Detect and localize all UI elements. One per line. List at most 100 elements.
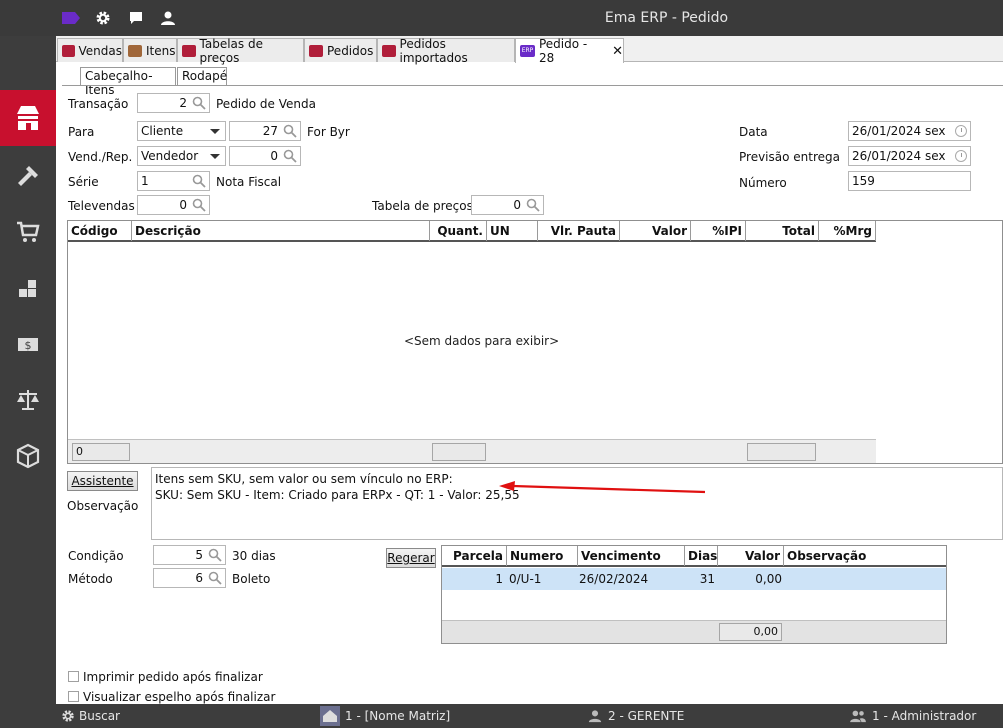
sidebar-item-fiscal[interactable] bbox=[0, 372, 56, 428]
tab-itens[interactable]: Itens bbox=[123, 38, 177, 62]
metodo-value: 6 bbox=[195, 571, 203, 585]
items-grid[interactable]: Código △ Descrição Quant. UN Vlr. Pauta … bbox=[67, 220, 1003, 464]
sidebar-item-compras[interactable] bbox=[0, 204, 56, 260]
footer-quant bbox=[432, 443, 486, 461]
search-icon[interactable] bbox=[192, 198, 206, 212]
search-icon[interactable] bbox=[526, 198, 540, 212]
user-indicator[interactable]: 1 - Administrador bbox=[849, 704, 976, 728]
imprimir-checkbox[interactable] bbox=[68, 671, 79, 682]
numero-value: 159 bbox=[852, 174, 875, 188]
role-label: 2 - GERENTE bbox=[608, 709, 685, 723]
metodo-field[interactable]: 6 bbox=[153, 568, 226, 588]
users-icon bbox=[850, 710, 866, 723]
search-icon[interactable] bbox=[208, 571, 222, 585]
sidebar-item-tools[interactable] bbox=[0, 148, 56, 204]
transacao-label: Transação bbox=[68, 97, 129, 111]
metodo-desc: Boleto bbox=[232, 572, 271, 586]
televendas-value: 0 bbox=[179, 198, 187, 212]
tab-pedidos-importados[interactable]: Pedidos importados bbox=[377, 37, 515, 65]
subtab-cabecalho-itens[interactable]: Cabeçalho-Itens bbox=[80, 67, 176, 97]
visualizar-label[interactable]: Visualizar espelho após finalizar bbox=[83, 690, 275, 704]
col-parcela[interactable]: Parcela bbox=[442, 546, 507, 566]
transacao-field[interactable]: 2 bbox=[137, 93, 210, 113]
table-row[interactable]: 1 0/U-1 26/02/2024 31 0,00 bbox=[442, 568, 946, 590]
para-desc: For Byr bbox=[307, 125, 350, 139]
sidebar-item-financeiro[interactable]: $ bbox=[0, 316, 56, 372]
col-ipi[interactable]: %IPI bbox=[691, 221, 746, 241]
sidebar-item-logistica[interactable] bbox=[0, 428, 56, 484]
televendas-field[interactable]: 0 bbox=[137, 195, 210, 215]
imprimir-label[interactable]: Imprimir pedido após finalizar bbox=[83, 670, 263, 684]
company-indicator[interactable]: 1 - [Nome Matriz] bbox=[320, 704, 450, 728]
search-icon[interactable] bbox=[208, 548, 222, 562]
subtab-rodape[interactable]: Rodapé bbox=[177, 67, 227, 86]
search-icon[interactable] bbox=[283, 149, 297, 163]
items-grid-header: Código △ Descrição Quant. UN Vlr. Pauta … bbox=[68, 221, 876, 242]
col-valor[interactable]: Valor bbox=[718, 546, 784, 566]
col-label: Código bbox=[71, 224, 118, 238]
search-icon[interactable] bbox=[192, 174, 206, 188]
serie-field[interactable]: 1 bbox=[137, 171, 210, 191]
search-button[interactable]: Buscar bbox=[61, 704, 120, 728]
previsao-field[interactable]: 26/01/2024 sex bbox=[848, 146, 971, 166]
erp-badge-icon: ERP bbox=[520, 45, 535, 57]
gear-icon bbox=[62, 710, 74, 722]
para-select[interactable]: Cliente bbox=[137, 121, 226, 141]
sidebar-item-vendas[interactable] bbox=[0, 90, 56, 146]
assistente-button[interactable]: Assistente bbox=[67, 471, 138, 491]
empty-message: <Sem dados para exibir> bbox=[404, 334, 560, 348]
close-icon[interactable]: ✕ bbox=[612, 44, 623, 59]
col-observacao[interactable]: Observação bbox=[784, 546, 946, 566]
tabela-precos-field[interactable]: 0 bbox=[471, 195, 544, 215]
parcelas-grid[interactable]: Parcela Numero Vencimento Dias Valor Obs… bbox=[441, 545, 947, 644]
visualizar-checkbox[interactable] bbox=[68, 691, 79, 702]
vend-select[interactable]: Vendedor bbox=[137, 146, 226, 166]
tab-pedido-28[interactable]: ERP Pedido - 28 ✕ bbox=[515, 37, 624, 65]
status-bar: Buscar 1 - [Nome Matriz] 2 - GERENTE 1 -… bbox=[0, 704, 1003, 728]
col-un[interactable]: UN bbox=[487, 221, 538, 241]
observacao-label: Observação bbox=[67, 499, 139, 513]
data-field[interactable]: 26/01/2024 sex bbox=[848, 121, 971, 141]
col-vencimento[interactable]: Vencimento bbox=[578, 546, 685, 566]
col-mrg[interactable]: %Mrg bbox=[819, 221, 876, 241]
search-icon[interactable] bbox=[283, 124, 297, 138]
col-descricao[interactable]: Descrição bbox=[132, 221, 430, 241]
para-code-field[interactable]: 27 bbox=[229, 121, 301, 141]
numero-field[interactable]: 159 bbox=[848, 171, 971, 191]
itens-tab-icon bbox=[128, 44, 142, 57]
chevron-down-icon bbox=[210, 129, 220, 134]
col-dias[interactable]: Dias bbox=[685, 546, 718, 566]
condicao-field[interactable]: 5 bbox=[153, 545, 226, 565]
data-value: 26/01/2024 sex bbox=[852, 124, 946, 138]
pedidos-importados-tab-icon bbox=[382, 44, 396, 57]
col-codigo[interactable]: Código △ bbox=[68, 221, 132, 241]
role-indicator[interactable]: 2 - GERENTE bbox=[588, 704, 684, 728]
col-numero[interactable]: Numero bbox=[507, 546, 578, 566]
vend-select-value: Vendedor bbox=[141, 149, 199, 163]
chevron-down-icon bbox=[210, 154, 220, 159]
sidebar-item-estoque[interactable] bbox=[0, 260, 56, 316]
clock-icon[interactable] bbox=[955, 150, 967, 162]
tab-tabelas-precos[interactable]: Tabelas de preços bbox=[177, 37, 304, 65]
title-bar: Ema ERP - Pedido bbox=[0, 0, 1003, 36]
vend-label: Vend./Rep. bbox=[68, 150, 133, 164]
row-parcela: 1 bbox=[495, 572, 503, 586]
clock-icon[interactable] bbox=[955, 125, 967, 137]
user-label: 1 - Administrador bbox=[872, 709, 977, 723]
store-icon bbox=[17, 106, 39, 130]
col-valor[interactable]: Valor bbox=[620, 221, 691, 241]
home-icon bbox=[320, 706, 340, 726]
col-total[interactable]: Total bbox=[746, 221, 819, 241]
para-value: 27 bbox=[262, 124, 278, 138]
vend-code-field[interactable]: 0 bbox=[229, 146, 301, 166]
window-title: Ema ERP - Pedido bbox=[604, 10, 729, 26]
col-quant[interactable]: Quant. bbox=[430, 221, 487, 241]
tab-vendas[interactable]: Vendas bbox=[57, 38, 123, 62]
boxes-icon bbox=[19, 280, 36, 297]
tab-pedidos[interactable]: Pedidos bbox=[304, 38, 377, 62]
col-vlr-pauta[interactable]: Vlr. Pauta bbox=[538, 221, 620, 241]
condicao-value: 5 bbox=[195, 548, 203, 562]
regerar-button[interactable]: Regerar bbox=[386, 548, 436, 568]
search-icon[interactable] bbox=[192, 96, 206, 110]
svg-text:$: $ bbox=[25, 339, 32, 352]
